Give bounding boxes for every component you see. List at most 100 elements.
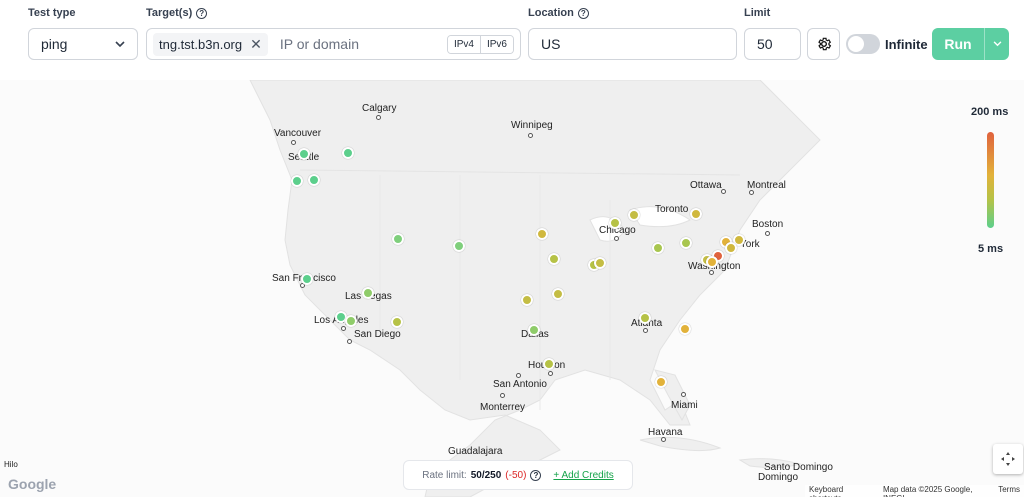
city-label: Toronto <box>655 204 689 215</box>
probe-marker[interactable] <box>679 323 691 335</box>
terms-link[interactable]: Terms <box>998 485 1020 497</box>
probe-marker[interactable] <box>639 312 651 324</box>
probe-marker[interactable] <box>291 175 303 187</box>
probe-marker[interactable] <box>652 242 664 254</box>
probe-marker[interactable] <box>391 316 403 328</box>
latency-legend-bar <box>987 132 994 228</box>
probe-marker[interactable] <box>521 294 533 306</box>
ipv6-button[interactable]: IPv6 <box>479 35 513 53</box>
city-marker <box>376 115 381 120</box>
probe-marker[interactable] <box>706 256 718 268</box>
probe-marker[interactable] <box>392 233 404 245</box>
google-logo: Google <box>8 476 57 492</box>
keyboard-shortcuts-link[interactable]: Keyboard shortcuts <box>809 485 873 497</box>
location-value: US <box>541 36 561 52</box>
test-type-label: Test type <box>28 7 76 19</box>
city-marker <box>661 437 666 442</box>
city-label: Havana <box>648 427 683 438</box>
city-label: Domingo <box>758 472 799 483</box>
city-marker <box>749 190 754 195</box>
probe-marker[interactable] <box>301 273 313 285</box>
targets-label: Target(s)? <box>146 7 208 19</box>
map-data-text: Map data ©2025 Google, INEGI <box>882 485 973 497</box>
help-icon[interactable]: ? <box>577 7 589 19</box>
rate-limit-box: Rate limit: 50/250 (-50) ? + Add Credits <box>403 460 633 490</box>
map-attribution: Keyboard shortcuts Map data ©2025 Google… <box>805 485 1024 497</box>
city-label: Guadalajara <box>448 446 503 457</box>
gear-icon <box>817 37 831 51</box>
close-icon[interactable]: ✕ <box>250 36 262 53</box>
city-marker <box>548 371 553 376</box>
probe-marker[interactable] <box>680 237 692 249</box>
add-credits-link[interactable]: + Add Credits <box>553 470 613 481</box>
city-marker <box>709 270 714 275</box>
city-marker <box>765 231 770 236</box>
test-type-value: ping <box>41 36 68 52</box>
target-chip: tng.tst.b3n.org ✕ <box>153 32 268 56</box>
map[interactable]: Calgary Winnipeg Vancouver Seattle Ottaw… <box>0 80 1024 497</box>
city-marker <box>528 133 533 138</box>
city-label: Miami <box>671 400 698 411</box>
limit-value: 50 <box>757 36 773 52</box>
city-marker <box>681 392 686 397</box>
test-type-select[interactable]: ping <box>28 28 138 60</box>
probe-marker[interactable] <box>536 228 548 240</box>
run-options-button[interactable] <box>984 28 1009 60</box>
probe-marker[interactable] <box>552 288 564 300</box>
chevron-down-icon <box>993 41 1001 47</box>
limit-label: Limit <box>744 7 771 19</box>
infinite-toggle[interactable] <box>846 34 880 54</box>
probe-marker[interactable] <box>609 217 621 229</box>
city-marker <box>516 373 521 378</box>
probe-marker[interactable] <box>690 208 702 220</box>
targets-input[interactable]: tng.tst.b3n.org ✕ IP or domain IPv4 IPv6 <box>146 28 521 60</box>
location-input[interactable]: US <box>528 28 737 60</box>
probe-marker[interactable] <box>298 148 310 160</box>
help-icon[interactable]: ? <box>530 469 542 481</box>
location-label: Location? <box>528 7 589 19</box>
limit-input[interactable]: 50 <box>744 28 801 60</box>
legend-max-label: 200 ms <box>971 106 1009 118</box>
city-label: Calgary <box>362 103 397 114</box>
settings-button[interactable] <box>807 28 840 60</box>
city-label: Ottawa <box>690 180 722 191</box>
city-marker <box>291 140 296 145</box>
ipv4-button[interactable]: IPv4 <box>447 35 480 53</box>
help-icon[interactable]: ? <box>196 7 208 19</box>
city-marker <box>341 326 346 331</box>
city-label: Montreal <box>747 180 786 191</box>
city-label: Vancouver <box>274 128 322 139</box>
city-marker <box>643 328 648 333</box>
chevron-down-icon <box>115 41 125 48</box>
city-label: San Diego <box>354 329 401 340</box>
city-marker <box>347 339 352 344</box>
map-landmass <box>249 80 821 497</box>
city-label: San Antonio <box>493 379 547 390</box>
probe-marker[interactable] <box>362 287 374 299</box>
probe-marker[interactable] <box>543 358 555 370</box>
infinite-label: Infinite <box>885 37 928 52</box>
city-marker <box>721 189 726 194</box>
ip-version-toggle: IPv4 IPv6 <box>446 34 514 54</box>
run-button[interactable]: Run <box>932 28 984 60</box>
probe-marker[interactable] <box>342 147 354 159</box>
city-label: Monterrey <box>480 402 526 413</box>
probe-marker[interactable] <box>628 209 640 221</box>
probe-marker[interactable] <box>308 174 320 186</box>
probe-marker[interactable] <box>655 376 667 388</box>
probe-marker[interactable] <box>453 240 465 252</box>
probe-marker[interactable] <box>345 315 357 327</box>
probe-marker[interactable] <box>528 324 540 336</box>
rate-limit-label: Rate limit: <box>422 469 467 481</box>
fullscreen-icon[interactable] <box>993 444 1023 474</box>
city-marker <box>614 236 619 241</box>
legend-min-label: 5 ms <box>978 243 1004 255</box>
probe-marker[interactable] <box>548 253 560 265</box>
city-label: Winnipeg <box>511 120 553 131</box>
probe-marker[interactable] <box>725 242 737 254</box>
city-label: Boston <box>752 219 784 230</box>
target-placeholder[interactable]: IP or domain <box>280 36 441 52</box>
probe-marker[interactable] <box>594 257 606 269</box>
target-chip-label: tng.tst.b3n.org <box>159 36 243 52</box>
rate-limit-delta: (-50) <box>505 469 527 481</box>
